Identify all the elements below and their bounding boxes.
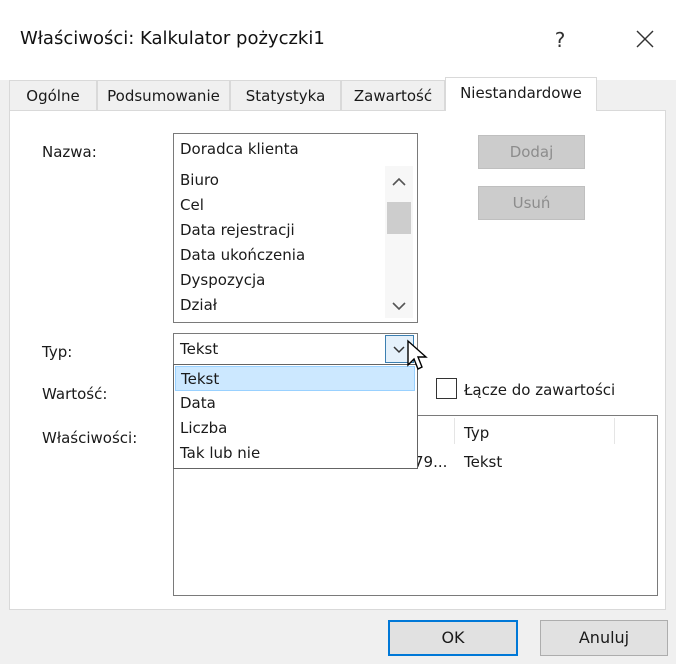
type-dropdown-list[interactable]: Tekst Data Liczba Tak lub nie bbox=[173, 364, 418, 469]
type-option-number[interactable]: Liczba bbox=[175, 416, 415, 441]
list-scrollbar[interactable] bbox=[385, 166, 413, 318]
type-select[interactable]: Tekst bbox=[173, 333, 418, 365]
link-checkbox[interactable] bbox=[436, 378, 457, 399]
tab-general[interactable]: Ogólne bbox=[9, 80, 97, 110]
name-input-value: Doradca klienta bbox=[180, 140, 299, 158]
help-button[interactable]: ? bbox=[540, 18, 580, 62]
tab-strip: Ogólne Podsumowanie Statystyka Zawartość… bbox=[9, 77, 666, 111]
link-label[interactable]: Łącze do zawartości bbox=[464, 381, 615, 399]
tab-statistics[interactable]: Statystyka bbox=[230, 80, 341, 110]
mouse-cursor-icon bbox=[407, 339, 428, 370]
properties-row-value[interactable]: 79... bbox=[414, 453, 447, 471]
list-item[interactable]: Dyspozycja bbox=[180, 271, 265, 289]
name-label: Nazwa: bbox=[42, 143, 97, 161]
value-label: Wartość: bbox=[42, 385, 108, 403]
type-select-value: Tekst bbox=[180, 340, 219, 358]
list-item[interactable]: Biuro bbox=[180, 171, 219, 189]
title-bar: Właściwości: Kalkulator pożyczki1 ? bbox=[0, 0, 676, 80]
type-label: Typ: bbox=[42, 343, 73, 361]
close-icon bbox=[636, 30, 654, 48]
properties-row-type[interactable]: Tekst bbox=[464, 453, 502, 471]
ok-button[interactable]: OK bbox=[388, 620, 518, 656]
list-item[interactable]: Cel bbox=[180, 196, 204, 214]
tab-summary[interactable]: Podsumowanie bbox=[97, 80, 230, 110]
header-divider bbox=[454, 418, 455, 444]
name-input[interactable]: Doradca klienta bbox=[173, 133, 418, 165]
remove-button[interactable]: Usuń bbox=[478, 186, 585, 220]
tab-contents[interactable]: Zawartość bbox=[341, 80, 445, 110]
scroll-thumb[interactable] bbox=[387, 202, 411, 234]
scroll-down-icon[interactable] bbox=[385, 294, 413, 318]
tab-custom[interactable]: Niestandardowe bbox=[445, 77, 597, 111]
cancel-button[interactable]: Anuluj bbox=[540, 620, 668, 656]
list-item[interactable]: Data rejestracji bbox=[180, 221, 295, 239]
properties-header-type[interactable]: Typ bbox=[464, 424, 489, 442]
properties-label: Właściwości: bbox=[42, 429, 138, 447]
list-item[interactable]: Dział bbox=[180, 296, 217, 314]
header-divider bbox=[614, 418, 615, 444]
list-item[interactable]: Data ukończenia bbox=[180, 246, 305, 264]
type-option-date[interactable]: Data bbox=[175, 391, 415, 416]
type-option-yes-no[interactable]: Tak lub nie bbox=[175, 441, 415, 466]
close-button[interactable] bbox=[630, 24, 660, 54]
name-list[interactable]: Biuro Cel Data rejestracji Data ukończen… bbox=[173, 164, 418, 323]
window-title: Właściwości: Kalkulator pożyczki1 bbox=[20, 28, 325, 49]
type-option-text[interactable]: Tekst bbox=[175, 366, 415, 391]
custom-tab-panel: Nazwa: Doradca klienta Biuro Cel Data re… bbox=[9, 110, 666, 610]
scroll-up-icon[interactable] bbox=[385, 170, 413, 194]
add-button[interactable]: Dodaj bbox=[478, 135, 585, 169]
